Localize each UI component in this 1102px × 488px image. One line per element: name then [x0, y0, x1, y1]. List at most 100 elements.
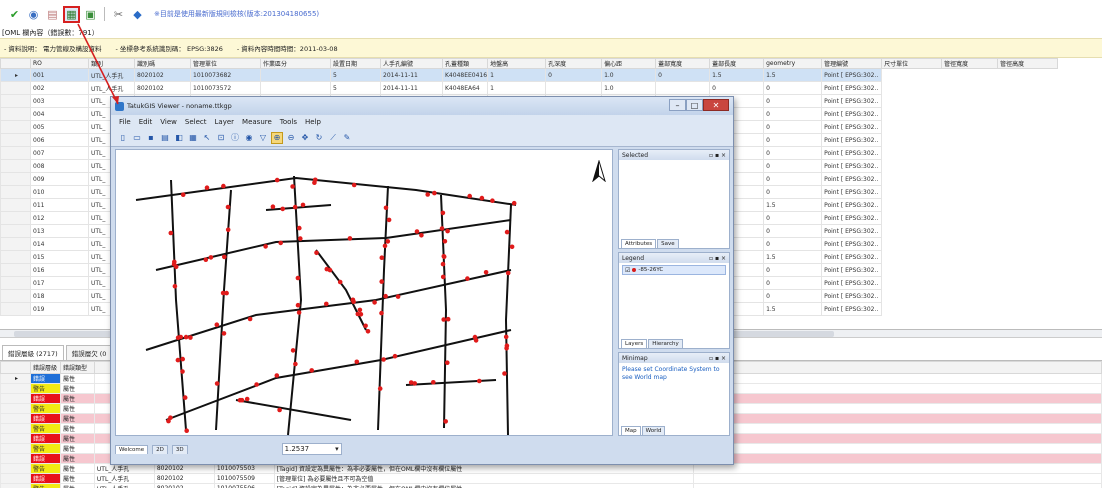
- row-indicator[interactable]: [0, 413, 31, 424]
- manhole-point[interactable]: [386, 217, 392, 223]
- table-cell[interactable]: 002: [30, 81, 89, 95]
- menu-select[interactable]: Select: [185, 118, 207, 126]
- manhole-point[interactable]: [296, 310, 302, 315]
- manhole-point[interactable]: [314, 250, 319, 256]
- table-cell[interactable]: Point [ EPSG:302..: [821, 198, 883, 212]
- manhole-point[interactable]: [385, 239, 391, 244]
- manhole-point[interactable]: [274, 177, 280, 183]
- table-cell[interactable]: 011: [30, 198, 89, 212]
- manhole-point[interactable]: [221, 183, 226, 189]
- row-indicator[interactable]: [0, 159, 31, 173]
- column-header[interactable]: 孔蓋種類: [441, 58, 489, 69]
- row-indicator[interactable]: [0, 423, 31, 434]
- menu-tools[interactable]: Tools: [280, 118, 297, 126]
- document-icon[interactable]: ▤: [44, 6, 61, 23]
- manhole-point[interactable]: [381, 357, 386, 362]
- menu-edit[interactable]: Edit: [139, 118, 153, 126]
- manhole-point[interactable]: [445, 360, 450, 365]
- settings-icon[interactable]: ◉: [25, 6, 42, 23]
- row-indicator[interactable]: [0, 211, 31, 225]
- table-cell[interactable]: Point [ EPSG:302..: [821, 250, 883, 264]
- row-indicator[interactable]: [0, 483, 31, 488]
- manhole-point[interactable]: [172, 284, 178, 289]
- minimize-button[interactable]: –: [669, 99, 686, 111]
- row-indicator[interactable]: [0, 473, 31, 484]
- table-cell[interactable]: 0: [763, 276, 823, 290]
- new-icon[interactable]: ▯: [117, 132, 129, 144]
- manhole-point[interactable]: [292, 204, 298, 210]
- table-cell[interactable]: Point [ EPSG:302..: [821, 107, 883, 121]
- manhole-point[interactable]: [168, 230, 174, 236]
- manhole-point[interactable]: [222, 254, 227, 260]
- row-indicator[interactable]: [0, 453, 31, 464]
- table-cell[interactable]: 0: [763, 211, 823, 225]
- column-header[interactable]: 蓋部寬度: [655, 58, 711, 69]
- column-header[interactable]: 管理單位: [190, 58, 261, 69]
- manhole-point[interactable]: [441, 317, 447, 322]
- row-indicator[interactable]: [0, 185, 31, 199]
- table-cell[interactable]: 1.5: [763, 250, 823, 264]
- manhole-point[interactable]: [208, 255, 214, 260]
- table-cell[interactable]: 1010073682: [190, 68, 261, 82]
- table-cell[interactable]: Point [ EPSG:302..: [821, 133, 883, 147]
- table-cell[interactable]: 0: [763, 120, 823, 134]
- table-cell[interactable]: 1: [487, 81, 547, 95]
- manhole-point[interactable]: [443, 419, 449, 424]
- manhole-point[interactable]: [247, 316, 253, 322]
- manhole-point[interactable]: [184, 428, 189, 434]
- panel-controls-icon[interactable]: ▫ ▪ ×: [709, 255, 726, 262]
- tab-save[interactable]: Save: [657, 239, 679, 248]
- manhole-point[interactable]: [347, 236, 353, 241]
- tab-attributes[interactable]: Attributes: [621, 239, 657, 248]
- table-cell[interactable]: 004: [30, 107, 89, 121]
- map-viewer-button[interactable]: ▦: [63, 5, 80, 23]
- manhole-point[interactable]: [365, 329, 371, 334]
- tab-3d[interactable]: 3D: [171, 444, 188, 454]
- table-cell[interactable]: 016: [30, 263, 89, 277]
- manhole-point[interactable]: [477, 378, 482, 384]
- select-icon[interactable]: ↖: [201, 132, 213, 144]
- row-indicator[interactable]: [0, 302, 31, 316]
- table-cell[interactable]: 013: [30, 224, 89, 238]
- table-cell[interactable]: Point [ EPSG:302..: [821, 172, 883, 186]
- table-cell[interactable]: 0: [763, 81, 823, 95]
- row-indicator[interactable]: ▸: [0, 68, 31, 82]
- manhole-point[interactable]: [214, 381, 220, 386]
- table-cell[interactable]: 5: [330, 68, 381, 82]
- row-indicator[interactable]: [0, 433, 31, 444]
- table-cell[interactable]: 005: [30, 120, 89, 134]
- manhole-point[interactable]: [221, 331, 227, 336]
- rotate-icon[interactable]: ↻: [313, 132, 325, 144]
- manhole-point[interactable]: [445, 316, 451, 322]
- table-cell[interactable]: 017: [30, 276, 89, 290]
- tab-layers[interactable]: Layers: [621, 339, 648, 348]
- table-cell[interactable]: 1.5: [709, 68, 765, 82]
- manhole-point[interactable]: [483, 270, 489, 275]
- manhole-point[interactable]: [505, 270, 511, 276]
- row-indicator[interactable]: [0, 393, 31, 404]
- table-cell[interactable]: UTL_人手孔: [88, 68, 135, 82]
- table-row[interactable]: 警告 屬性 UTL_人手孔 8020102 1010075503 [Tagid] 資設定為…: [0, 463, 1102, 474]
- layer-icon[interactable]: ◧: [173, 132, 185, 144]
- manhole-point[interactable]: [439, 226, 445, 231]
- manhole-point[interactable]: [465, 276, 470, 281]
- manhole-point[interactable]: [309, 368, 314, 373]
- row-indicator[interactable]: [0, 237, 31, 251]
- tab-errors-secondary[interactable]: 錯誤層欠 (0: [65, 345, 113, 360]
- table-cell[interactable]: K4048EA64: [441, 81, 489, 95]
- manhole-point[interactable]: [440, 261, 446, 267]
- panel-controls-icon[interactable]: ▫ ▪ ×: [709, 355, 726, 362]
- info-icon[interactable]: ⓘ: [229, 132, 241, 144]
- tab-2d[interactable]: 2D: [152, 444, 168, 454]
- open-icon[interactable]: ▭: [131, 132, 143, 144]
- manhole-point[interactable]: [225, 204, 231, 210]
- filter-icon[interactable]: ▽: [257, 132, 269, 144]
- maximize-button[interactable]: □: [686, 99, 703, 111]
- print-icon[interactable]: ▤: [159, 132, 171, 144]
- table-cell[interactable]: 2014-11-11: [380, 68, 443, 82]
- manhole-point[interactable]: [383, 205, 389, 211]
- table-cell[interactable]: 009: [30, 172, 89, 186]
- column-header[interactable]: 錯誤層級: [29, 361, 61, 374]
- tools-icon[interactable]: ✂: [110, 6, 127, 23]
- column-header[interactable]: 孔深度: [545, 58, 603, 69]
